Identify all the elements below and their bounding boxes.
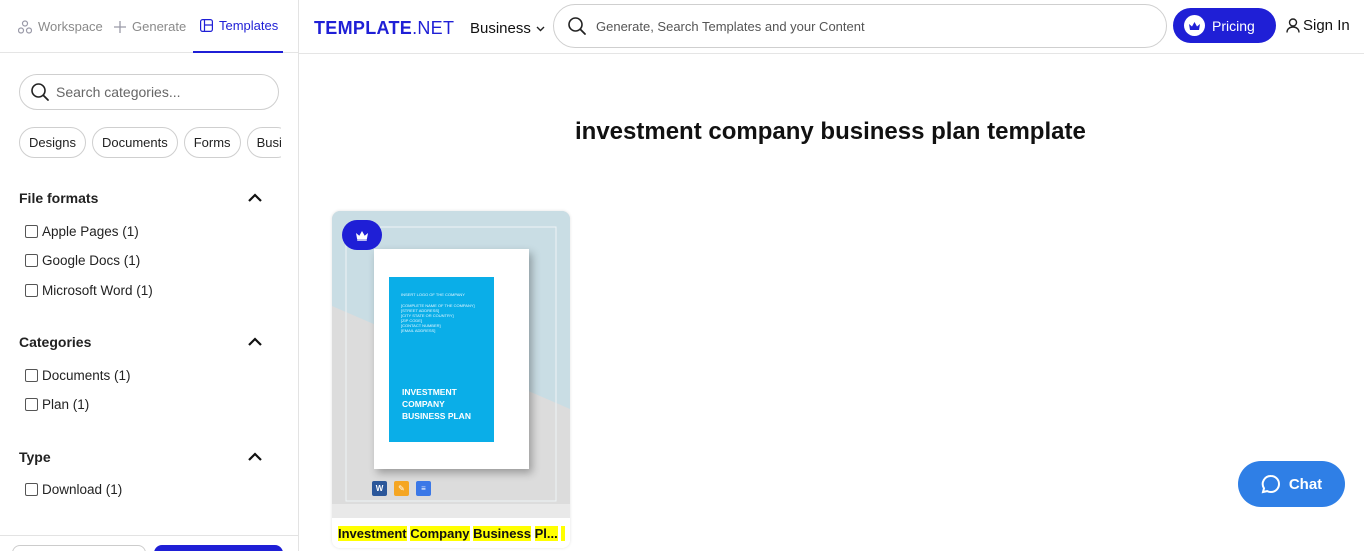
pages-icon: ✎ <box>394 481 409 496</box>
title-word: Investment <box>338 526 407 541</box>
filter-plan[interactable]: Plan (1) <box>25 397 89 412</box>
tab-templates[interactable]: Templates <box>193 0 283 53</box>
categories-heading: Categories <box>19 334 92 350</box>
title-word: Company <box>410 526 470 541</box>
checkbox[interactable] <box>25 254 38 267</box>
chat-button[interactable]: Chat <box>1238 461 1345 507</box>
main-search-input[interactable] <box>596 18 1136 34</box>
type-heading: Type <box>19 449 51 465</box>
filter-apple-pages[interactable]: Apple Pages (1) <box>25 224 139 239</box>
page-title: investment company business plan templat… <box>575 118 1086 145</box>
tab-workspace[interactable]: Workspace <box>18 0 103 53</box>
premium-badge <box>342 220 382 250</box>
checkbox[interactable] <box>25 398 38 411</box>
filter-label: Microsoft Word (1) <box>42 283 153 298</box>
clear-filters-button[interactable] <box>12 545 146 551</box>
title-highlight-tail <box>561 526 565 541</box>
cover-fine-print: [COMPLETE NAME OF THE COMPANY] [STREET AD… <box>401 303 475 333</box>
sidebar: Workspace Generate Templates DesignsDocu… <box>0 0 299 551</box>
chevron-up-icon[interactable] <box>247 336 263 348</box>
template-thumbnail[interactable]: INSERT LOGO OF THE COMPANY [COMPLETE NAM… <box>332 211 570 518</box>
filter-label: Google Docs (1) <box>42 253 141 268</box>
template-card[interactable]: INSERT LOGO OF THE COMPANY [COMPLETE NAM… <box>332 211 570 548</box>
category-search[interactable] <box>19 74 279 110</box>
document-page: INSERT LOGO OF THE COMPANY [COMPLETE NAM… <box>374 249 529 469</box>
filter-label: Download (1) <box>42 482 123 497</box>
template-card-title[interactable]: Investment Company Business Pl... <box>332 518 570 548</box>
tab-templates-label: Templates <box>219 18 279 33</box>
tab-workspace-label: Workspace <box>38 19 103 34</box>
logo[interactable]: TEMPLATE.NET <box>314 18 454 39</box>
workspace-icon <box>18 19 32 34</box>
chat-bubble-icon <box>1261 474 1280 494</box>
cover-title-line: BUSINESS PLAN <box>402 411 471 421</box>
title-word: Business <box>473 526 531 541</box>
sign-in-label: Sign In <box>1303 17 1350 34</box>
logo-main: TEMPLATE <box>314 18 413 38</box>
google-docs-icon: ≡ <box>416 481 431 496</box>
filter-google-docs[interactable]: Google Docs (1) <box>25 253 140 268</box>
format-icons: W ✎ ≡ <box>372 481 438 496</box>
crown-icon <box>356 230 368 241</box>
cover-title: INVESTMENT COMPANY BUSINESS PLAN <box>402 386 471 422</box>
apply-filters-button[interactable] <box>154 545 283 551</box>
cover-title-line: INVESTMENT <box>402 387 457 397</box>
logo-suffix: .NET <box>412 18 455 38</box>
search-icon <box>568 17 586 35</box>
chip-forms[interactable]: Forms <box>183 127 241 158</box>
plus-icon <box>114 20 126 33</box>
filter-documents[interactable]: Documents (1) <box>25 368 131 383</box>
chat-label: Chat <box>1288 475 1323 493</box>
pricing-button[interactable]: Pricing <box>1173 8 1276 43</box>
business-dropdown[interactable]: Business <box>470 20 545 37</box>
search-icon <box>31 83 49 101</box>
crown-icon <box>1184 15 1205 36</box>
category-chips: Designs Documents Forms Busi <box>19 127 281 159</box>
file-formats-heading: File formats <box>19 190 99 206</box>
chevron-up-icon[interactable] <box>247 451 263 463</box>
filter-download[interactable]: Download (1) <box>25 482 122 497</box>
checkbox[interactable] <box>25 483 38 496</box>
checkbox[interactable] <box>25 369 38 382</box>
divider <box>0 535 298 536</box>
user-icon <box>1286 18 1300 33</box>
filter-microsoft-word[interactable]: Microsoft Word (1) <box>25 283 153 298</box>
tab-generate-label: Generate <box>132 19 187 34</box>
chip-documents[interactable]: Documents <box>91 127 178 158</box>
filter-label: Plan (1) <box>42 397 90 412</box>
category-search-input[interactable] <box>56 84 256 100</box>
main-search[interactable] <box>553 4 1167 48</box>
filter-label: Documents (1) <box>42 368 131 383</box>
chevron-up-icon[interactable] <box>247 192 263 204</box>
word-icon: W <box>372 481 387 496</box>
checkbox[interactable] <box>25 284 38 297</box>
sign-in-link[interactable]: Sign In <box>1286 17 1350 34</box>
cover-fine-print: INSERT LOGO OF THE COMPANY <box>401 292 465 297</box>
chip-designs[interactable]: Designs <box>19 127 86 158</box>
document-cover: INSERT LOGO OF THE COMPANY [COMPLETE NAM… <box>389 277 494 442</box>
cover-title-line: COMPANY <box>402 399 445 409</box>
tab-generate[interactable]: Generate <box>114 0 186 53</box>
chevron-down-icon <box>536 26 545 31</box>
filter-label: Apple Pages (1) <box>42 224 139 239</box>
chip-business[interactable]: Busi <box>246 127 281 158</box>
business-label: Business <box>470 20 531 37</box>
header: TEMPLATE.NET Business Pricing Sign In <box>299 0 1364 54</box>
pricing-label: Pricing <box>1212 17 1255 34</box>
checkbox[interactable] <box>25 225 38 238</box>
template-icon <box>200 19 213 32</box>
title-word: Pl... <box>534 526 558 541</box>
top-nav-tabs: Workspace Generate Templates <box>0 0 298 53</box>
